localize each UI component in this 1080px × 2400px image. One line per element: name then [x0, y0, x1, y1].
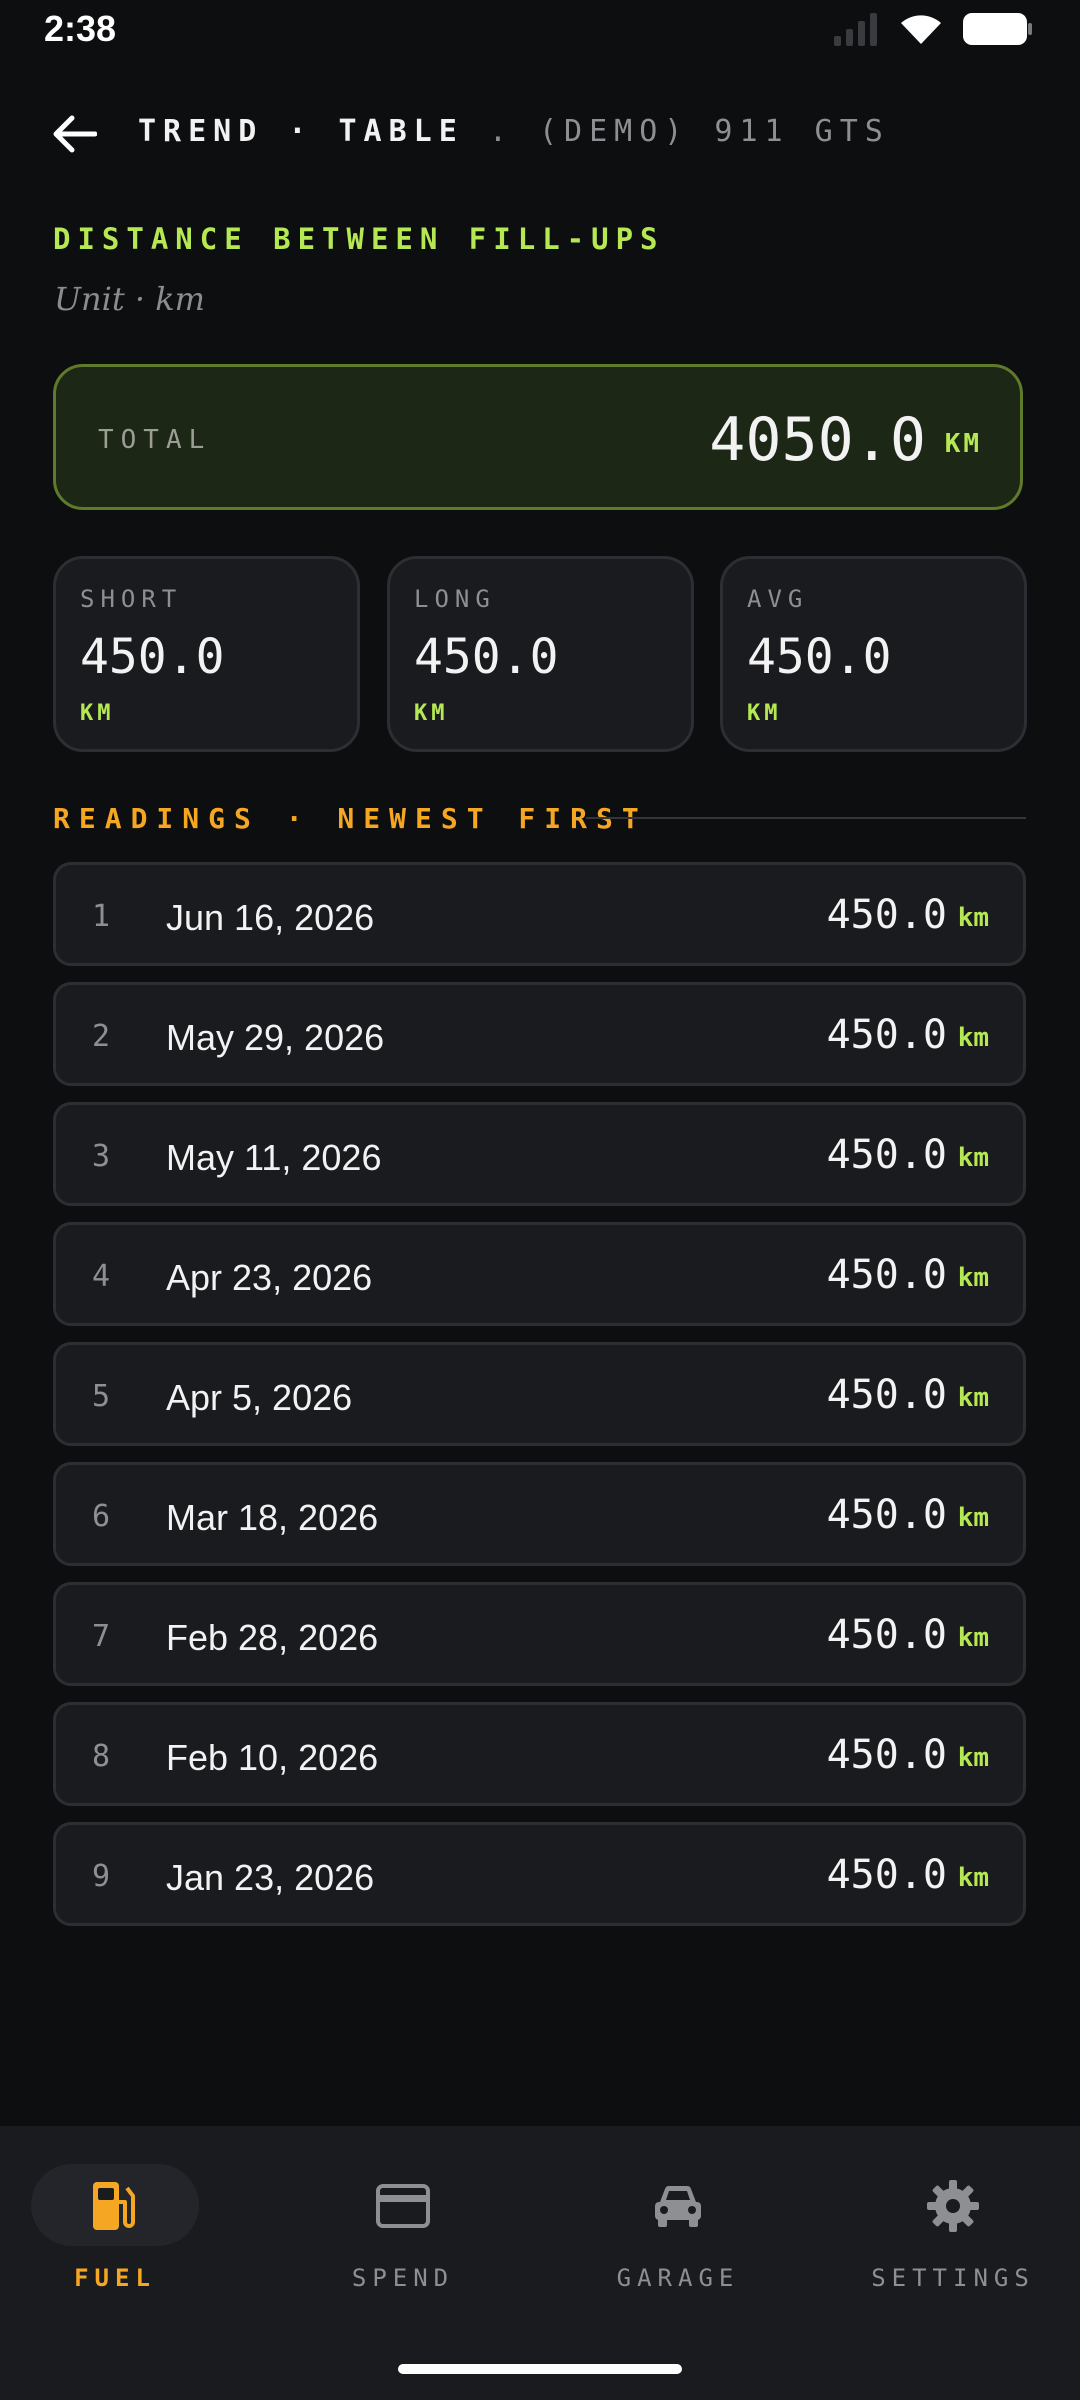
- reading-date: Jan 23, 2026: [166, 1857, 375, 1898]
- nav-label: SPEND: [351, 2264, 455, 2292]
- readings-heading: READINGS · NEWEST FIRST: [53, 802, 648, 835]
- car-icon: [558, 2178, 798, 2234]
- reading-row[interactable]: 8 Feb 10, 2026 450.0 km: [53, 1702, 1026, 1806]
- status-time: 2:38: [44, 8, 117, 49]
- status-bar: 2:38: [0, 0, 1080, 60]
- nav-item-fuel[interactable]: FUEL: [8, 2164, 248, 2304]
- stat-unit: KM: [80, 701, 115, 726]
- reading-date: Apr 5, 2026: [166, 1377, 353, 1418]
- reading-index: 4: [92, 1259, 111, 1294]
- stat-unit: KM: [414, 701, 449, 726]
- reading-unit: km: [957, 1263, 989, 1293]
- stat-value: 450.0: [80, 629, 225, 685]
- reading-row[interactable]: 5 Apr 5, 2026 450.0 km: [53, 1342, 1026, 1446]
- stat-label: LONG: [414, 585, 496, 613]
- home-indicator[interactable]: [398, 2364, 682, 2374]
- metric-title: DISTANCE BETWEEN FILL-UPS: [53, 222, 665, 256]
- fuel-pump-icon: [0, 2178, 235, 2234]
- reading-unit: km: [957, 903, 989, 933]
- nav-label: SETTINGS: [871, 2264, 1035, 2292]
- top-app-bar: TREND · TABLE . (DEMO) 911 GTS: [0, 100, 1080, 164]
- reading-index: 2: [92, 1019, 111, 1054]
- stat-unit: KM: [747, 701, 782, 726]
- nav-label: FUEL: [74, 2264, 156, 2292]
- stat-card-short: SHORT 450.0 KM: [53, 556, 360, 752]
- page-title: TREND · TABLE . (DEMO) 911 GTS: [138, 114, 890, 149]
- nav-item-garage[interactable]: GARAGE: [558, 2164, 798, 2304]
- wifi-icon: [901, 15, 941, 44]
- signal-icon: [834, 13, 877, 46]
- status-icons: [832, 12, 1032, 46]
- reading-index: 6: [92, 1499, 111, 1534]
- reading-index: 5: [92, 1379, 111, 1414]
- stat-label: AVG: [747, 585, 809, 613]
- total-value: 4050.0: [709, 405, 926, 475]
- gear-icon: [833, 2178, 1073, 2234]
- trend-table-screen: 2:38 TREND · TABLE . (DEMO) 911 GTS DIST…: [0, 0, 1080, 2400]
- total-unit: KM: [944, 429, 982, 459]
- reading-date: Apr 23, 2026: [166, 1257, 373, 1298]
- total-card: TOTAL 4050.0 KM: [53, 364, 1023, 510]
- reading-date: Mar 18, 2026: [166, 1497, 379, 1538]
- arrow-back-icon: [53, 115, 97, 153]
- page-title-main: TREND · TABLE: [138, 114, 464, 149]
- reading-row[interactable]: 1 Jun 16, 2026 450.0 km: [53, 862, 1026, 966]
- nav-item-spend[interactable]: SPEND: [283, 2164, 523, 2304]
- reading-date: Jun 16, 2026: [166, 897, 375, 938]
- reading-unit: km: [957, 1023, 989, 1053]
- bottom-navigation: FUEL SPEND GARAGE SETTINGS: [0, 2126, 1080, 2400]
- stat-card-avg: AVG 450.0 KM: [720, 556, 1027, 752]
- reading-unit: km: [957, 1623, 989, 1653]
- reading-unit: km: [957, 1143, 989, 1173]
- reading-unit: km: [957, 1503, 989, 1533]
- stat-value: 450.0: [747, 629, 892, 685]
- readings-divider: [586, 817, 1026, 819]
- stat-card-long: LONG 450.0 KM: [387, 556, 694, 752]
- reading-value: 450.0: [826, 892, 947, 938]
- reading-unit: km: [957, 1863, 989, 1893]
- stat-value: 450.0: [414, 629, 559, 685]
- reading-value: 450.0: [826, 1252, 947, 1298]
- total-label: TOTAL: [98, 425, 212, 455]
- back-button[interactable]: [48, 108, 100, 160]
- reading-value: 450.0: [826, 1012, 947, 1058]
- reading-value: 450.0: [826, 1132, 947, 1178]
- reading-date: May 11, 2026: [166, 1137, 382, 1178]
- reading-unit: km: [957, 1743, 989, 1773]
- credit-card-icon: [283, 2178, 523, 2234]
- readings-list: 1 Jun 16, 2026 450.0 km 2 May 29, 2026 4…: [53, 862, 1026, 1942]
- reading-index: 7: [92, 1619, 111, 1654]
- reading-index: 9: [92, 1859, 111, 1894]
- reading-row[interactable]: 4 Apr 23, 2026 450.0 km: [53, 1222, 1026, 1326]
- reading-row[interactable]: 9 Jan 23, 2026 450.0 km: [53, 1822, 1026, 1926]
- vehicle-name: . (DEMO) 911 GTS: [488, 114, 890, 149]
- reading-value: 450.0: [826, 1612, 947, 1658]
- reading-row[interactable]: 3 May 11, 2026 450.0 km: [53, 1102, 1026, 1206]
- reading-unit: km: [957, 1383, 989, 1413]
- reading-value: 450.0: [826, 1732, 947, 1778]
- reading-value: 450.0: [826, 1852, 947, 1898]
- reading-date: Feb 10, 2026: [166, 1737, 379, 1778]
- reading-index: 8: [92, 1739, 111, 1774]
- reading-date: May 29, 2026: [166, 1017, 385, 1058]
- reading-row[interactable]: 2 May 29, 2026 450.0 km: [53, 982, 1026, 1086]
- stat-label: SHORT: [80, 585, 183, 613]
- reading-index: 1: [92, 899, 111, 934]
- reading-row[interactable]: 7 Feb 28, 2026 450.0 km: [53, 1582, 1026, 1686]
- reading-index: 3: [92, 1139, 111, 1174]
- reading-date: Feb 28, 2026: [166, 1617, 379, 1658]
- nav-item-settings[interactable]: SETTINGS: [833, 2164, 1073, 2304]
- unit-line: Unit · km: [54, 280, 205, 318]
- reading-value: 450.0: [826, 1372, 947, 1418]
- reading-value: 450.0: [826, 1492, 947, 1538]
- reading-row[interactable]: 6 Mar 18, 2026 450.0 km: [53, 1462, 1026, 1566]
- battery-icon: [963, 13, 1032, 45]
- nav-label: GARAGE: [616, 2264, 740, 2292]
